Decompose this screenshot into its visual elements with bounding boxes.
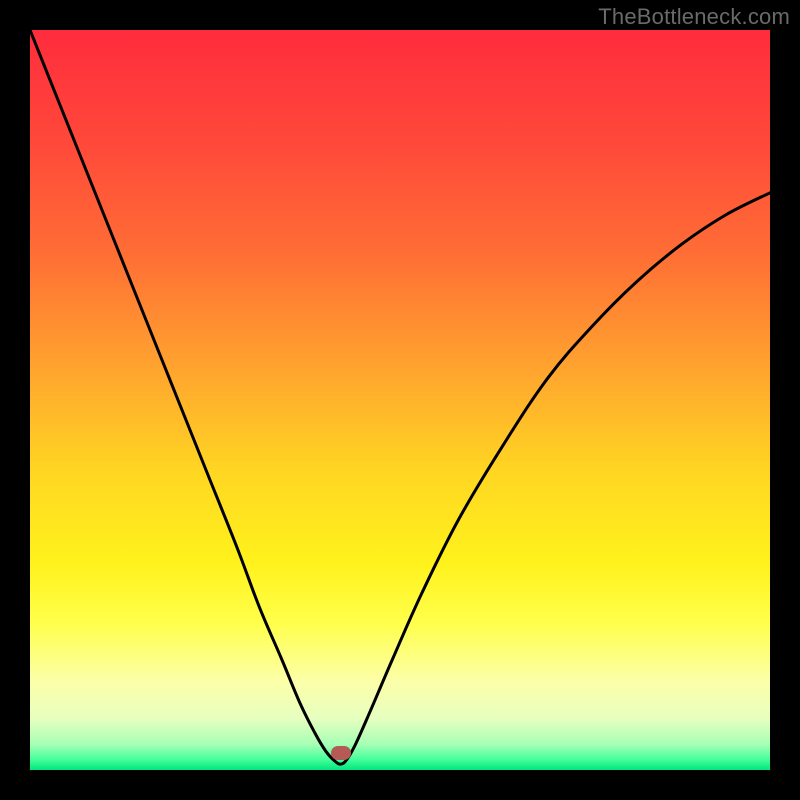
chart-frame: TheBottleneck.com [0, 0, 800, 800]
bottleneck-curve [30, 30, 770, 770]
optimal-point-marker [331, 746, 351, 760]
plot-area [30, 30, 770, 770]
watermark-text: TheBottleneck.com [598, 4, 790, 30]
